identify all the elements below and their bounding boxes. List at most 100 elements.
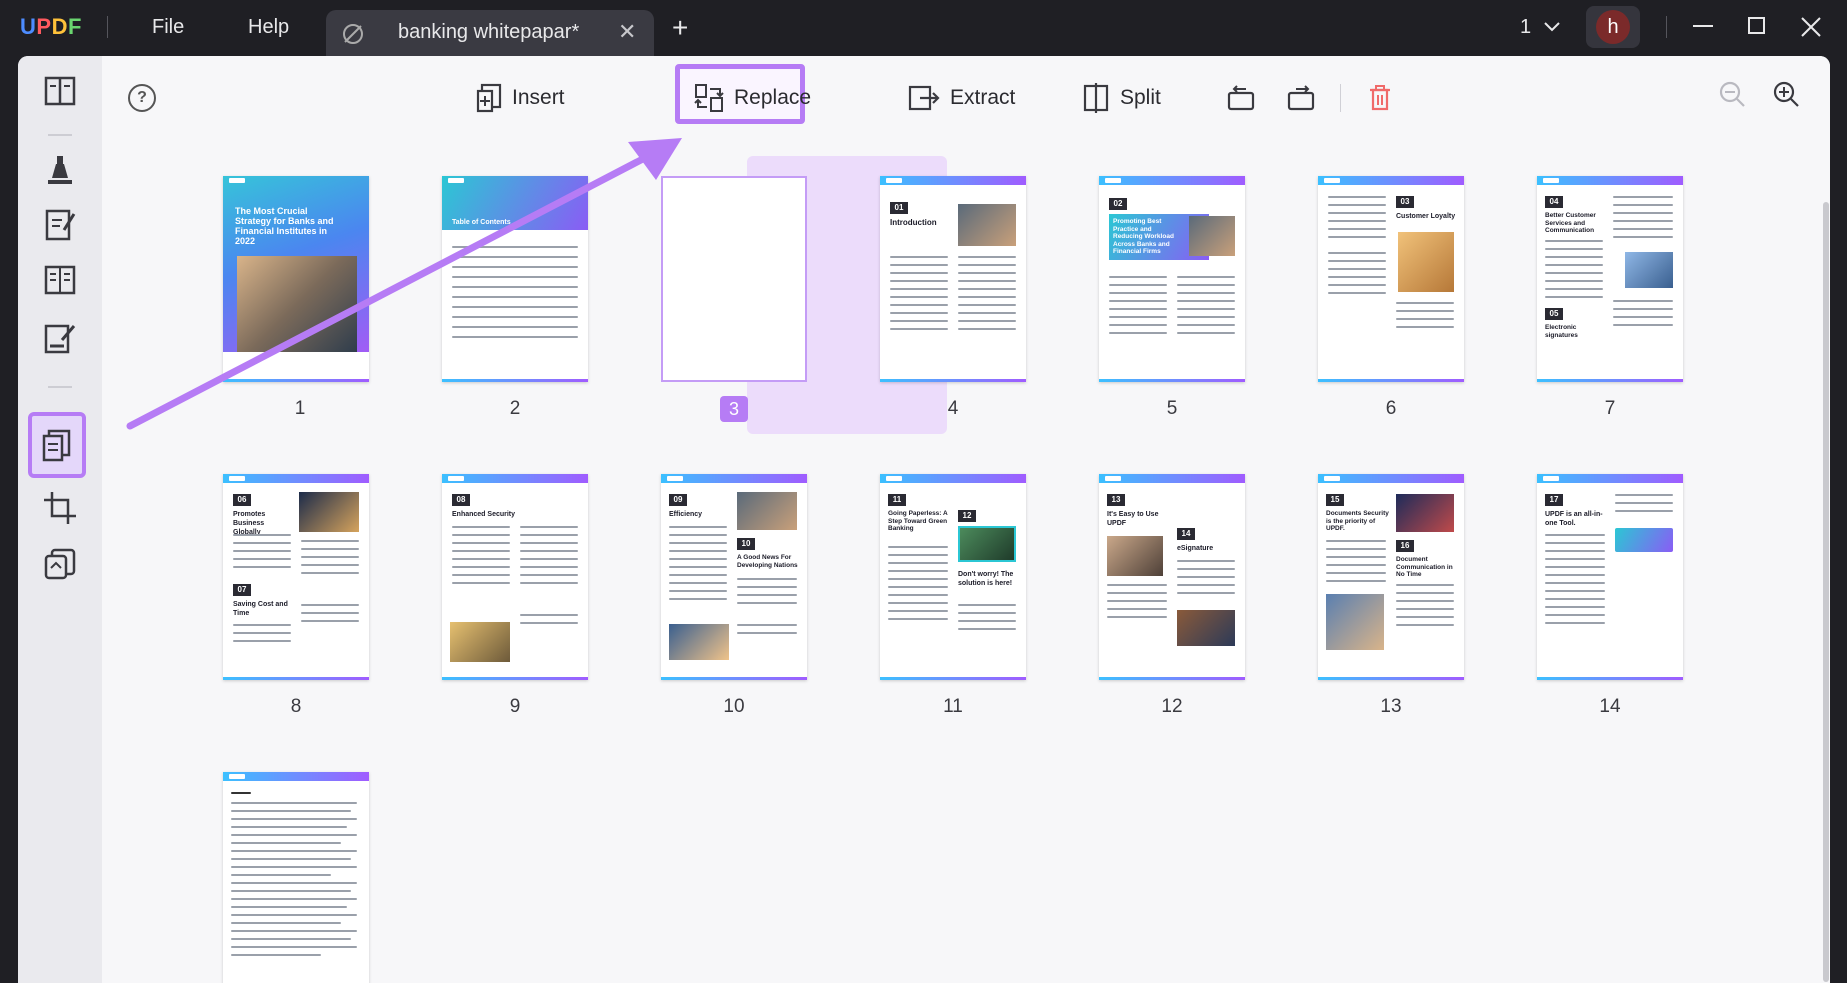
help-icon[interactable]: ? — [128, 84, 156, 112]
vertical-scrollbar[interactable] — [1823, 202, 1829, 982]
page-thumbnail-1[interactable]: The Most Crucial Strategy for Banks and … — [223, 176, 369, 382]
insert-label: Insert — [512, 86, 565, 109]
divider — [1666, 16, 1667, 38]
menu-file[interactable]: File — [152, 16, 184, 39]
thumb-section-number: 01 — [890, 202, 908, 214]
trash-icon — [1370, 85, 1390, 111]
rotate-right-icon — [1287, 85, 1315, 111]
thumb-photo — [669, 624, 729, 660]
page-thumbnail-12[interactable]: 13 It's Easy to Use UPDF 14 eSignature — [1099, 474, 1245, 680]
thumb-title: Don't worry! The solution is here! — [958, 571, 1014, 587]
page-number: 5 — [1166, 398, 1178, 419]
thumb-section-number: 12 — [958, 510, 976, 522]
chevron-down-icon — [1543, 22, 1560, 32]
reader-icon[interactable] — [42, 74, 78, 110]
thumb-title: Efficiency — [669, 511, 703, 518]
menu-help[interactable]: Help — [248, 16, 289, 39]
page-thumbnail-14[interactable]: 17 UPDF is an all-in-one Tool. — [1537, 474, 1683, 680]
replace-page-icon — [694, 84, 724, 112]
page-thumbnail-7[interactable]: 04 Better Customer Services and Communic… — [1537, 176, 1683, 382]
extract-page-icon — [908, 85, 940, 111]
page-thumbnail-11[interactable]: 11 Going Paperless: A Step Toward Green … — [880, 474, 1026, 680]
thumb-section-number: 04 — [1545, 196, 1563, 208]
organize-pages-view: ? Insert Replace Extract Split The Most … — [102, 56, 1830, 983]
page-thumbnail-9[interactable]: 08 Enhanced Security — [442, 474, 588, 680]
page-thumbnail-13[interactable]: 15 Documents Security is the priority of… — [1318, 474, 1464, 680]
page-thumbnail-10[interactable]: 09 Efficiency 10 A Good News For Develop… — [661, 474, 807, 680]
page-thumbnail-2[interactable]: Table of Contents — [442, 176, 588, 382]
organize-pages-button[interactable] — [28, 412, 86, 478]
page-number: 11 — [943, 696, 963, 717]
user-avatar-button[interactable]: h — [1586, 6, 1640, 48]
comment-icon[interactable] — [42, 152, 78, 188]
page-number: 8 — [290, 696, 302, 717]
thumb-title: Document Communication in No Time — [1396, 556, 1453, 578]
page-number: 2 — [509, 398, 521, 419]
thumb-title: The Most Crucial Strategy for Banks and … — [235, 206, 334, 246]
rotate-left-button[interactable] — [1226, 78, 1256, 118]
page-thumbnail-6[interactable]: 03 Customer Loyalty — [1318, 176, 1464, 382]
thumb-title: Saving Cost and Time — [233, 601, 288, 617]
window-count-dropdown[interactable]: 1 — [1520, 16, 1561, 39]
thumb-photo — [450, 622, 510, 662]
split-button[interactable]: Split — [1082, 78, 1161, 118]
page-number: 6 — [1385, 398, 1397, 419]
minimize-icon[interactable] — [1692, 18, 1714, 45]
extract-label: Extract — [950, 86, 1016, 109]
replace-button[interactable]: Replace — [694, 78, 811, 118]
thumb-section-number: 09 — [669, 494, 687, 506]
close-tab-icon[interactable]: ✕ — [618, 21, 636, 43]
crop-icon[interactable] — [42, 490, 78, 526]
insert-button[interactable]: Insert — [476, 78, 565, 118]
thumb-title: Customer Loyalty — [1396, 213, 1456, 220]
thumb-section-number: 14 — [1177, 528, 1195, 540]
page-thumbnail-5[interactable]: 02 Promoting Best Practice and Reducing … — [1099, 176, 1245, 382]
thumb-title: Documents Security is the priority of UP… — [1326, 510, 1389, 532]
thumb-section-number: 03 — [1396, 196, 1414, 208]
new-tab-icon[interactable]: + — [672, 12, 688, 44]
thumb-photo — [1107, 536, 1163, 576]
extract-button[interactable]: Extract — [908, 78, 1015, 118]
page-number-selected: 3 — [720, 396, 748, 422]
maximize-icon[interactable] — [1747, 16, 1767, 41]
thumb-section-number: 10 — [737, 538, 755, 550]
app-logo: UPDF — [20, 14, 82, 39]
thumb-title: It's Easy to Use UPDF — [1107, 511, 1159, 527]
page-thumbnail-4[interactable]: 01 Introduction — [880, 176, 1026, 382]
thumb-section-number: 02 — [1109, 198, 1127, 210]
form-icon[interactable] — [42, 262, 78, 298]
replace-label: Replace — [734, 86, 812, 109]
workspace: ? Insert Replace Extract Split The Most … — [18, 56, 1830, 983]
close-window-icon[interactable] — [1800, 16, 1822, 43]
thumb-section-number: 08 — [452, 494, 470, 506]
page-tools-icon[interactable] — [42, 546, 78, 582]
title-bar: UPDF File Help banking whitepapar* ✕ + 1… — [0, 0, 1847, 56]
thumb-photo — [1326, 594, 1384, 650]
page-thumbnail-15[interactable] — [223, 772, 369, 983]
edit-pdf-icon[interactable] — [42, 206, 78, 242]
divider — [107, 16, 108, 38]
page-number: 14 — [1599, 696, 1621, 717]
thumb-title: Going Paperless: A Step Toward Green Ban… — [888, 510, 948, 532]
thumb-title: eSignature — [1177, 545, 1214, 552]
thumb-photo — [958, 526, 1016, 562]
thumb-section-number: 15 — [1326, 494, 1344, 506]
page-thumbnail-8[interactable]: 06 Promotes Business Globally 07 Saving … — [223, 474, 369, 680]
document-tab[interactable]: banking whitepapar* ✕ — [326, 10, 654, 56]
zoom-in-icon[interactable] — [1772, 80, 1800, 113]
page-number: 1 — [294, 398, 306, 419]
divider — [48, 386, 72, 388]
zoom-out-icon[interactable] — [1718, 80, 1746, 113]
thumb-section-number: 11 — [888, 494, 906, 506]
delete-page-button[interactable] — [1368, 78, 1392, 118]
page-thumbnail-3[interactable] — [661, 176, 807, 382]
organize-pages-icon — [42, 429, 71, 462]
thumb-section-number: 07 — [233, 584, 251, 596]
window-count: 1 — [1520, 16, 1532, 38]
thumb-photo — [1396, 494, 1454, 532]
sign-icon[interactable] — [42, 320, 78, 356]
rotate-right-button[interactable] — [1286, 78, 1316, 118]
thumb-photo — [1189, 216, 1235, 256]
thumb-section-number: 17 — [1545, 494, 1563, 506]
thumb-section-number: 16 — [1396, 540, 1414, 552]
